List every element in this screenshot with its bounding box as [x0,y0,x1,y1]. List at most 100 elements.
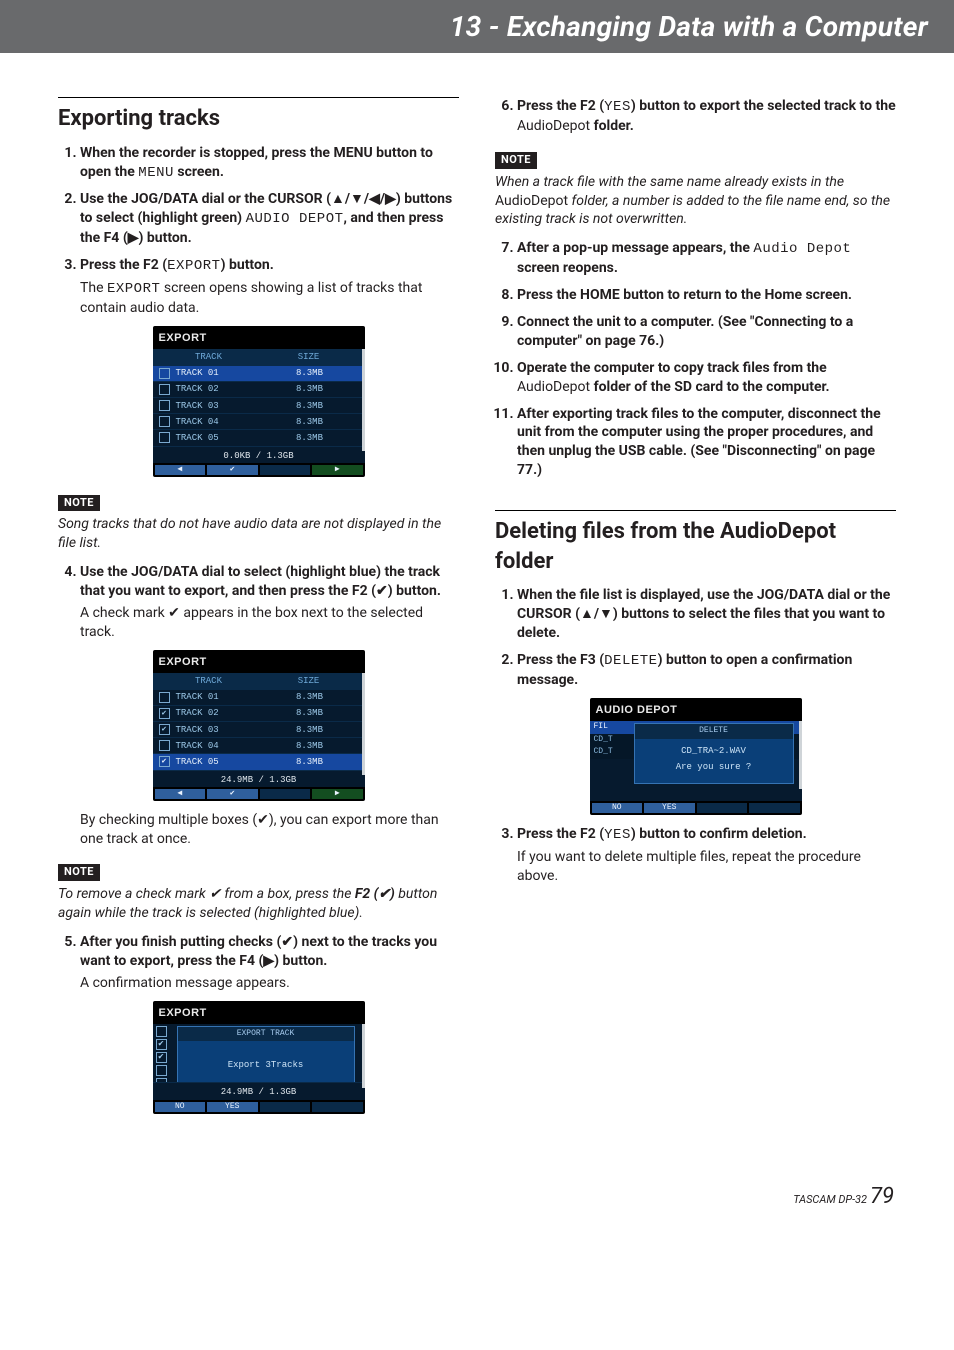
export-steps-3: After you finish putting checks (✔) next… [58,933,459,993]
soft-button [260,789,311,799]
note-text-2: To remove a check mark ✔ from a box, pre… [58,885,459,923]
ss2-col-track: TRACK [159,675,259,687]
heading-deleting: Deleting files from the AudioDepot folde… [495,510,896,576]
table-row: TRACK 048.3MB [153,413,365,429]
ss1-buttons: ◀✔▶ [153,463,365,475]
ss4-dialog-line2: Are you sure ? [635,759,793,783]
soft-button [312,1102,363,1112]
track-size: 8.3MB [261,416,359,428]
track-name: TRACK 04 [176,416,261,428]
ss4-dialog-title: DELETE [635,724,793,739]
step-9: Connect the unit to a computer. (See "Co… [517,313,896,351]
track-size: 8.3MB [261,691,359,703]
export-steps-2: Use the JOG/DATA dial to select (highlig… [58,563,459,642]
ss1-col-size: SIZE [259,351,359,363]
checkbox-icon [159,416,170,427]
soft-button [749,803,800,813]
page-footer: TASCAM DP-32 79 [0,1144,954,1229]
soft-button: NO [592,803,643,813]
step-10: Operate the computer to copy track files… [517,359,896,397]
ss1-title: EXPORT [153,326,365,349]
note-label-1: NOTE [58,495,100,512]
checkbox-icon [156,1026,167,1037]
step-11: After exporting track files to the compu… [517,405,896,481]
header-title: 13 - Exchanging Data with a Computer [450,10,928,43]
track-size: 8.3MB [261,740,359,752]
footer-brand: TASCAM DP-32 [793,1193,867,1206]
table-row: ✔TRACK 038.3MB [153,721,365,737]
checkbox-icon [159,400,170,411]
soft-button: ◀ [155,465,206,475]
export-steps-1: When the recorder is stopped, press the … [58,144,459,318]
note-label-right: NOTE [495,152,537,169]
ss3-scrollbar [362,1024,365,1088]
track-name: TRACK 03 [176,724,261,736]
ss2-scrollbar [362,673,365,775]
footer-page-number: 79 [870,1184,894,1209]
step-5: After you finish putting checks (✔) next… [80,933,459,993]
ss3-overlay-line: Export 3Tracks [182,1047,350,1083]
ss3-leftboxes: ✔✔ [156,1026,167,1089]
export-screenshot-2: EXPORT TRACK SIZE TRACK 018.3MB✔TRACK 02… [153,650,365,801]
soft-button: ✔ [207,789,258,799]
del-step-2: Press the F3 (DELETE) button to open a c… [517,651,896,690]
step-2: Use the JOG/DATA dial or the CURSOR (▲/▼… [80,190,459,248]
track-name: TRACK 04 [176,740,261,752]
soft-button: YES [644,803,695,813]
ss4-title: AUDIO DEPOT [590,698,802,721]
checkbox-icon [159,384,170,395]
track-size: 8.3MB [261,724,359,736]
body-after-ss2: By checking multiple boxes (✔), you can … [80,811,459,849]
ss2-col-size: SIZE [259,675,359,687]
ss4-scrollbar [799,721,802,789]
note-text-right: When a track file with the same name alr… [495,173,896,230]
checkbox-icon [159,368,170,379]
heading-exporting: Exporting tracks [58,97,459,134]
checkbox-icon: ✔ [156,1052,167,1063]
export-steps-right-1: Press the F2 (YES) button to export the … [495,97,896,136]
audiodepot-screenshot: AUDIO DEPOT FILCD_TCD_T DELETE CD_TRA~2.… [590,698,802,815]
checkbox-icon [159,432,170,443]
export-screenshot-3: EXPORT ✔✔ EXPORT TRACK Export 3Tracks 24… [153,1001,365,1114]
delete-steps-2: Press the F2 (YES) button to confirm del… [495,825,896,886]
soft-button [260,1102,311,1112]
soft-button [697,803,748,813]
table-row: TRACK 038.3MB [153,397,365,413]
track-name: TRACK 01 [176,367,261,379]
ss2-title: EXPORT [153,650,365,673]
page-header: 13 - Exchanging Data with a Computer [0,0,954,53]
soft-button: YES [207,1102,258,1112]
ss4-dialog-line1: CD_TRA~2.WAV [635,739,793,759]
ss1-rows: TRACK 018.3MBTRACK 028.3MBTRACK 038.3MBT… [153,365,365,446]
del-step-1: When the file list is displayed, use the… [517,586,896,643]
track-name: TRACK 02 [176,707,261,719]
left-column: Exporting tracks When the recorder is st… [58,97,459,1124]
export-screenshot-1: EXPORT TRACK SIZE TRACK 018.3MBTRACK 028… [153,326,365,477]
track-size: 8.3MB [261,383,359,395]
track-size: 8.3MB [261,756,359,768]
checkbox-icon [159,692,170,703]
track-name: TRACK 01 [176,691,261,703]
track-size: 8.3MB [261,707,359,719]
export-steps-right-2: After a pop-up message appears, the Audi… [495,239,896,480]
table-row: TRACK 048.3MB [153,737,365,753]
right-column: Press the F2 (YES) button to export the … [495,97,896,1124]
track-name: TRACK 02 [176,383,261,395]
track-name: TRACK 05 [176,432,261,444]
ss3-footer: 24.9MB / 1.3GB [153,1082,365,1099]
note-label-2: NOTE [58,864,100,881]
track-size: 8.3MB [261,367,359,379]
table-row: TRACK 018.3MB [153,689,365,705]
del-step-3: Press the F2 (YES) button to confirm del… [517,825,896,886]
soft-button [260,465,311,475]
table-row: ✔TRACK 058.3MB [153,753,365,769]
checkbox-icon [159,740,170,751]
soft-button: ✔ [207,465,258,475]
table-row: TRACK 018.3MB [153,365,365,381]
ss1-footer: 0.0KB / 1.3GB [153,446,365,463]
soft-button: ▶ [312,789,363,799]
table-row: TRACK 058.3MB [153,429,365,445]
checkbox-icon: ✔ [156,1039,167,1050]
step-1: When the recorder is stopped, press the … [80,144,459,183]
ss3-buttons: NOYES [153,1100,365,1112]
